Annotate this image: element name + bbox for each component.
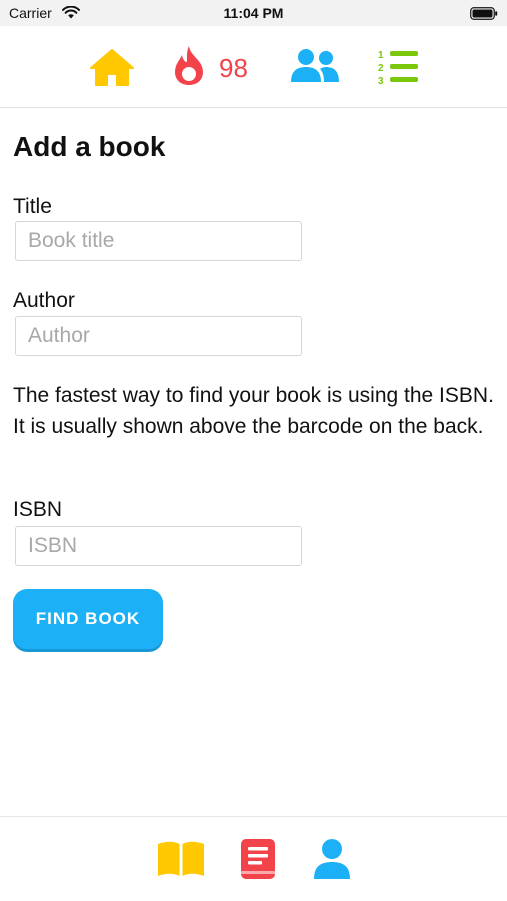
isbn-help-text: The fastest way to find your book is usi… [13, 384, 494, 438]
tab-profile[interactable] [313, 838, 351, 880]
numbered-list-icon: 1 2 3 [378, 50, 418, 87]
title-label: Title [13, 195, 52, 218]
find-book-button[interactable]: FIND BOOK [13, 589, 163, 649]
people-icon [291, 49, 339, 82]
svg-text:3: 3 [378, 76, 384, 87]
page-title: Add a book [13, 131, 166, 162]
profile-icon [314, 839, 350, 879]
svg-text:2: 2 [378, 63, 384, 74]
isbn-input[interactable] [15, 526, 302, 566]
home-nav-button[interactable] [89, 48, 135, 88]
open-book-icon [158, 841, 204, 876]
clock: 11:04 PM [223, 5, 284, 21]
bottom-tab-bar [0, 816, 507, 901]
isbn-label: ISBN [13, 498, 63, 521]
author-input[interactable] [15, 316, 302, 356]
streak-count: 98 [219, 53, 248, 83]
author-label: Author [13, 289, 75, 312]
tab-library[interactable] [240, 838, 278, 880]
status-bar: Carrier 11:04 PM [0, 0, 507, 26]
book-icon [241, 839, 275, 879]
tab-reading[interactable] [157, 840, 205, 878]
title-input[interactable] [15, 221, 302, 261]
leaderboard-nav-button[interactable]: 1 2 3 [376, 48, 420, 88]
flame-icon [175, 46, 203, 85]
friends-nav-button[interactable] [290, 48, 340, 84]
top-navigation: 98 1 2 3 [0, 26, 507, 108]
svg-text:1: 1 [378, 50, 384, 61]
home-icon [90, 49, 134, 86]
battery-icon [470, 7, 498, 20]
